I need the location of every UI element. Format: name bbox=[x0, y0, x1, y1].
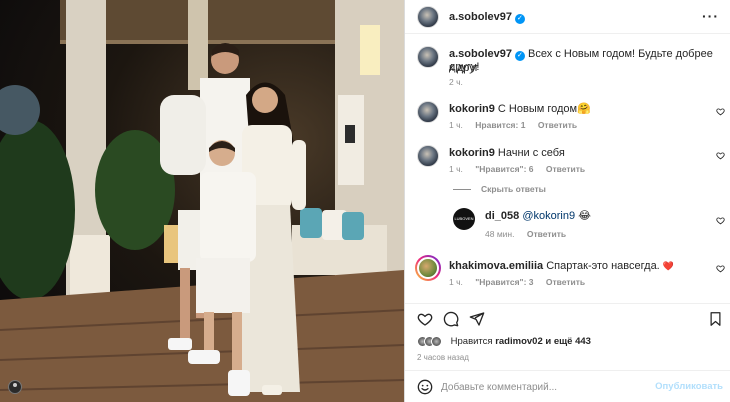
comment-meta: 1 ч. Нравится: 1 Ответить bbox=[449, 120, 587, 130]
commenter-avatar bbox=[417, 257, 439, 279]
emoji-icon[interactable] bbox=[417, 379, 433, 395]
author-line: a.sobolev97 ✓ bbox=[449, 11, 525, 24]
reply-button[interactable]: Ответить bbox=[546, 164, 585, 174]
comment-timestamp[interactable]: 1 ч. bbox=[449, 120, 463, 130]
verified-badge-icon: ✓ bbox=[514, 51, 525, 61]
post-action-bar bbox=[405, 303, 730, 333]
comment-username[interactable]: kokorin9 bbox=[449, 103, 495, 115]
hug-emoji-icon: 🤗 bbox=[577, 103, 591, 115]
verified-badge-icon: ✓ bbox=[514, 14, 525, 24]
comment-meta: 1 ч. "Нравится": 3 Ответить bbox=[449, 277, 595, 287]
hide-replies-label: Скрыть ответы bbox=[481, 184, 546, 194]
caption-username[interactable]: a.sobolev97 bbox=[449, 48, 512, 60]
liker-avatar bbox=[431, 336, 442, 347]
comment-like-heart-icon[interactable] bbox=[716, 216, 725, 225]
likes-prefix: Нравится bbox=[450, 336, 493, 348]
add-comment-bar: Опубликовать bbox=[405, 370, 730, 402]
reply-meta: 48 мин. Ответить bbox=[485, 229, 576, 239]
comment-likes-count[interactable]: "Нравится": 6 bbox=[475, 164, 533, 174]
comment-username[interactable]: kokorin9 bbox=[449, 147, 495, 159]
commenter-avatar[interactable] bbox=[417, 101, 439, 123]
comment-icon[interactable] bbox=[443, 311, 459, 327]
heart-icon[interactable] bbox=[417, 311, 433, 327]
author-avatar[interactable] bbox=[417, 6, 439, 28]
reply-timestamp[interactable]: 48 мин. bbox=[485, 229, 514, 239]
reply-username[interactable]: di_058 bbox=[485, 210, 519, 222]
caption-author-avatar[interactable] bbox=[417, 46, 439, 68]
reply-author-avatar[interactable]: LUBOVEN bbox=[453, 208, 475, 230]
comment-text: Начни с себя bbox=[497, 147, 565, 159]
caption-timestamp[interactable]: 2 ч. bbox=[449, 77, 463, 87]
commenter-avatar[interactable] bbox=[417, 145, 439, 167]
comment-meta: 1 ч. "Нравится": 6 Ответить bbox=[449, 164, 595, 174]
post-side-panel: a.sobolev97 ✓ ··· a.sobolev97 ✓ Всех с Нов… bbox=[404, 0, 730, 402]
avatar-logo-text: LUBOVEN bbox=[454, 216, 474, 221]
comment-text-line: khakimova.emiliia Спартак-это навсегда. … bbox=[449, 259, 674, 273]
comment-like-heart-icon[interactable] bbox=[716, 264, 725, 273]
caption-text-line-2: другу! bbox=[449, 61, 480, 73]
comment-timestamp[interactable]: 1 ч. bbox=[449, 277, 463, 287]
caption-text-line-1: a.sobolev97 ✓ Всех с Новым годом! Будьте … bbox=[449, 47, 719, 75]
post-photo[interactable] bbox=[0, 0, 404, 402]
reply-mention-link[interactable]: @kokorin9 bbox=[522, 210, 575, 222]
post-timestamp[interactable]: 2 часов назад bbox=[417, 353, 469, 362]
likes-summary: Нравится radimov02 и ещё 443 bbox=[417, 336, 591, 347]
comment-likes-count[interactable]: Нравится: 1 bbox=[475, 120, 525, 130]
share-icon[interactable] bbox=[469, 311, 485, 327]
publish-button[interactable]: Опубликовать bbox=[655, 381, 723, 392]
reply-button[interactable]: Ответить bbox=[538, 120, 577, 130]
story-ring[interactable] bbox=[415, 255, 441, 281]
laughing-emoji-icon: 😂 bbox=[578, 210, 591, 222]
reply-button[interactable]: Ответить bbox=[527, 229, 566, 239]
comment-text-line: kokorin9 С Новым годом🤗 bbox=[449, 102, 591, 116]
comment-like-heart-icon[interactable] bbox=[716, 107, 725, 116]
reply-text-line: di_058 @kokorin9 😂 bbox=[485, 209, 591, 223]
reply-button[interactable]: Ответить bbox=[546, 277, 585, 287]
hide-replies-button[interactable]: Скрыть ответы bbox=[453, 184, 546, 194]
comment-timestamp[interactable]: 1 ч. bbox=[449, 164, 463, 174]
comment-username[interactable]: khakimova.emiliia bbox=[449, 260, 543, 272]
red-heart-emoji-icon: ❤️ bbox=[662, 261, 675, 271]
comment-like-heart-icon[interactable] bbox=[716, 151, 725, 160]
comment-text-line: kokorin9 Начни с себя bbox=[449, 146, 565, 160]
comment-text: Спартак-это навсегда. bbox=[546, 260, 660, 272]
liker-username[interactable]: radimov02 bbox=[495, 336, 543, 347]
comment-input[interactable] bbox=[441, 379, 651, 395]
tagged-user-icon[interactable] bbox=[8, 380, 22, 394]
author-username[interactable]: a.sobolev97 bbox=[449, 11, 512, 23]
caption-meta: 2 ч. bbox=[449, 77, 473, 87]
comment-likes-count[interactable]: "Нравится": 3 bbox=[475, 277, 533, 287]
post-header: a.sobolev97 ✓ ··· bbox=[405, 0, 730, 34]
likes-count-link[interactable]: и ещё 443 bbox=[545, 336, 591, 347]
bookmark-icon[interactable] bbox=[708, 311, 723, 327]
photo-scene bbox=[0, 0, 404, 402]
more-horizontal-icon[interactable]: ··· bbox=[702, 8, 719, 24]
comment-text: С Новым годом bbox=[497, 103, 578, 115]
